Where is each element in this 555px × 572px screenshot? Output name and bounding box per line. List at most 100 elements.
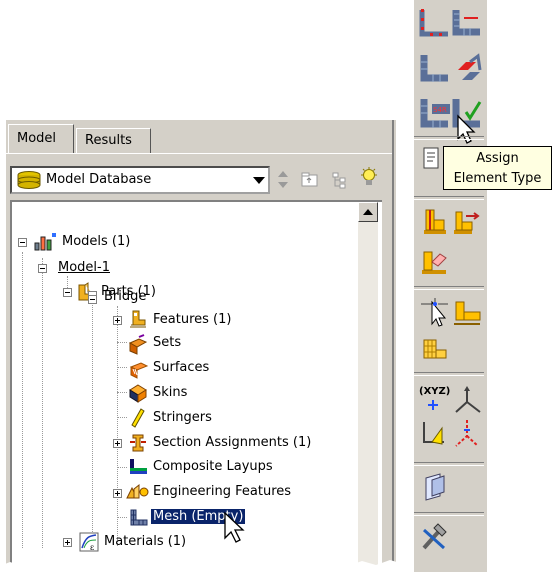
assign-element-type-icon[interactable]: S4R bbox=[418, 96, 452, 130]
tree-node-model-1[interactable]: Model-1 bbox=[58, 257, 110, 279]
tree-line bbox=[92, 300, 93, 550]
tree-scrollbar[interactable] bbox=[358, 202, 378, 572]
tree-node-composite-layups[interactable]: Composite Layups bbox=[153, 456, 273, 478]
seed-edges-icon[interactable] bbox=[450, 6, 484, 40]
surfaces-icon bbox=[129, 362, 149, 379]
model-database-select[interactable]: Model Database bbox=[10, 166, 270, 194]
tree-node-label: Composite Layups bbox=[153, 459, 273, 474]
tooltip-line-1: Assign bbox=[476, 151, 519, 166]
mesh-part-icon[interactable] bbox=[418, 52, 452, 86]
skins-icon bbox=[129, 384, 147, 403]
toolbar-separator bbox=[414, 196, 484, 200]
toolbar-separator bbox=[414, 512, 484, 516]
create-datum-plane-icon[interactable] bbox=[418, 416, 452, 454]
mesh-part-instance-icon[interactable] bbox=[418, 332, 452, 366]
features-icon bbox=[130, 310, 146, 328]
tree-line bbox=[22, 252, 23, 548]
seed-part-icon[interactable] bbox=[418, 6, 452, 40]
tree-line bbox=[117, 342, 127, 343]
folder-up-icon[interactable] bbox=[300, 170, 320, 190]
partition-face-icon[interactable] bbox=[418, 206, 452, 240]
tree-node-engineering-features[interactable]: Engineering Features bbox=[153, 481, 291, 503]
section-assignments-icon bbox=[130, 434, 146, 452]
tools-icon[interactable] bbox=[418, 520, 452, 558]
tree-node-label: Features (1) bbox=[153, 312, 232, 327]
triangle-down-icon bbox=[253, 177, 265, 184]
expand-toggle[interactable] bbox=[113, 439, 122, 448]
create-datum-point-icon[interactable]: (XYZ) bbox=[418, 382, 452, 420]
tree-node-sets[interactable]: Sets bbox=[153, 332, 181, 354]
partition-cell-icon[interactable] bbox=[450, 206, 484, 240]
tree-line bbox=[117, 367, 127, 368]
updown-arrows-icon[interactable] bbox=[276, 168, 290, 192]
engineering-features-icon bbox=[126, 483, 149, 499]
tree-node-label: Materials (1) bbox=[104, 534, 187, 549]
tab-model-label: Model bbox=[17, 131, 57, 146]
create-datum-csys-icon[interactable] bbox=[450, 382, 484, 420]
collapse-toggle[interactable] bbox=[88, 295, 97, 304]
tree-line bbox=[117, 467, 127, 468]
mouse-pointer-icon bbox=[457, 114, 476, 144]
combo-dropdown-button[interactable] bbox=[250, 168, 268, 192]
tree-node-label: Models (1) bbox=[62, 234, 131, 249]
tree-node-features[interactable]: Features (1) bbox=[153, 309, 231, 331]
tree-node-label: Stringers bbox=[153, 410, 212, 425]
collapse-toggle[interactable] bbox=[63, 288, 72, 297]
stringers-icon bbox=[131, 408, 145, 428]
query-icon[interactable] bbox=[420, 144, 444, 174]
tree-node-label: Surfaces bbox=[153, 360, 210, 375]
tree-filter-icon[interactable] bbox=[330, 170, 350, 190]
s4r-label: S4R bbox=[433, 106, 447, 114]
create-datum-axis-icon[interactable] bbox=[450, 416, 484, 454]
tooltip-assign-element-type: Assign Element Type bbox=[443, 146, 552, 190]
tree-line bbox=[42, 258, 43, 548]
tree-node-surfaces[interactable]: Surfaces bbox=[153, 357, 209, 379]
mouse-pointer-icon bbox=[224, 511, 245, 543]
tree-node-bridge[interactable]: Bridge bbox=[104, 286, 146, 308]
sets-icon bbox=[128, 334, 148, 355]
expand-toggle[interactable] bbox=[113, 316, 122, 325]
tree-node-label: Section Assignments (1) bbox=[153, 435, 312, 450]
toolbar-separator bbox=[414, 136, 484, 140]
toolbar-separator bbox=[414, 286, 484, 290]
tab-results[interactable]: Results bbox=[76, 128, 151, 154]
collapse-toggle[interactable] bbox=[38, 264, 47, 273]
collapse-toggle[interactable] bbox=[18, 238, 27, 247]
tree-node-stringers[interactable]: Stringers bbox=[153, 407, 212, 429]
xyz-label: (XYZ) bbox=[419, 386, 450, 397]
triangle-up-icon bbox=[363, 209, 373, 215]
tree-node-label: Model-1 bbox=[58, 260, 110, 275]
expand-toggle[interactable] bbox=[63, 538, 72, 547]
lightbulb-icon[interactable] bbox=[358, 166, 380, 190]
models-icon bbox=[34, 233, 56, 251]
expand-toggle[interactable] bbox=[113, 489, 122, 498]
tree-node-section-assignments[interactable]: Section Assignments (1) bbox=[153, 432, 311, 454]
tree-line bbox=[117, 517, 127, 518]
edit-mesh-part-icon[interactable] bbox=[450, 296, 484, 330]
tooltip-line-2: Element Type bbox=[453, 171, 542, 186]
toolbar-separator bbox=[414, 372, 484, 376]
tree-node-label: Sets bbox=[153, 335, 182, 350]
tab-results-label: Results bbox=[85, 133, 132, 148]
tree-node-label: Skins bbox=[153, 385, 188, 400]
toolbar-separator bbox=[414, 462, 484, 466]
display-group-icon[interactable] bbox=[418, 470, 452, 508]
edit-mesh-icon[interactable] bbox=[418, 296, 452, 330]
database-icon bbox=[17, 171, 41, 189]
tree-node-skins[interactable]: Skins bbox=[153, 382, 187, 404]
torn-edge bbox=[0, 560, 400, 572]
tab-model[interactable]: Model bbox=[8, 124, 74, 154]
composite-layups-icon bbox=[130, 459, 147, 474]
panel-right-border bbox=[392, 120, 394, 572]
scroll-up-button[interactable] bbox=[358, 202, 378, 222]
tab-divider bbox=[6, 153, 394, 154]
model-database-value: Model Database bbox=[46, 172, 152, 187]
tree-line bbox=[117, 392, 127, 393]
mesh-icon bbox=[130, 509, 148, 526]
tree-node-label: Engineering Features bbox=[153, 484, 292, 499]
mesh-region-icon[interactable] bbox=[450, 52, 484, 86]
tree-line bbox=[117, 417, 127, 418]
tree-node-models[interactable]: Models (1) bbox=[62, 231, 130, 253]
virtual-topology-icon[interactable] bbox=[418, 244, 452, 278]
tree-node-label: Bridge bbox=[104, 289, 147, 304]
